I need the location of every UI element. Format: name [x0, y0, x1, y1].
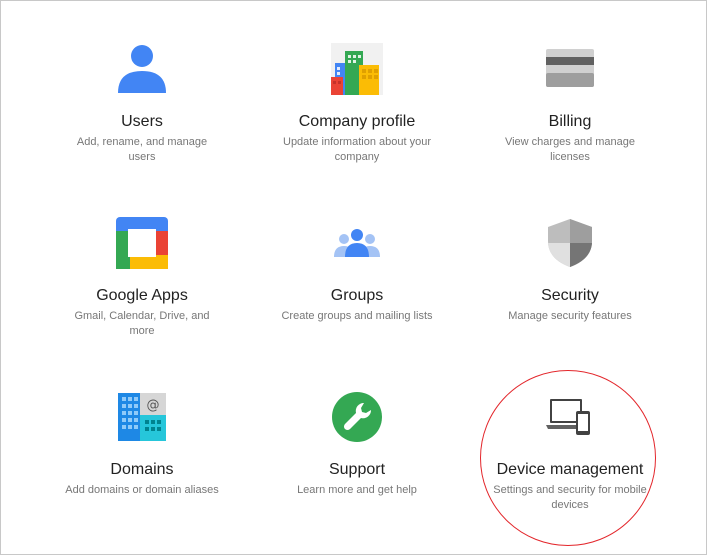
tile-groups[interactable]: Groups Create groups and mailing lists	[257, 217, 457, 324]
device-management-icon	[546, 399, 590, 435]
tile-domains[interactable]: @ Domains Add domains or domain aliases	[42, 391, 242, 498]
tile-users[interactable]: Users Add, rename, and manage users	[42, 43, 242, 165]
domains-icon: @	[118, 393, 166, 441]
tile-billing[interactable]: Billing View charges and manage licenses	[470, 43, 670, 165]
tile-description: Settings and security for mobile devices	[493, 484, 647, 511]
tile-google-apps[interactable]: Google Apps Gmail, Calendar, Drive, and …	[42, 217, 242, 339]
billing-card-icon	[546, 49, 594, 87]
tile-description: Manage security features	[508, 310, 632, 322]
security-shield-icon	[548, 219, 592, 267]
tile-description: Gmail, Calendar, Drive, and more	[74, 310, 210, 337]
tile-title: Domains	[110, 461, 174, 478]
svg-text:@: @	[147, 398, 160, 413]
tile-title: Support	[328, 461, 386, 478]
tile-title: Device management	[496, 461, 644, 478]
tile-security[interactable]: Security Manage security features	[470, 217, 670, 324]
tile-title: Billing	[548, 113, 592, 130]
admin-console-panel: Users Add, rename, and manage users Comp…	[0, 0, 707, 555]
support-wrench-icon	[332, 392, 382, 442]
tile-description: Add domains or domain aliases	[65, 484, 219, 496]
tile-support[interactable]: Support Learn more and get help	[257, 391, 457, 498]
google-apps-icon	[116, 217, 168, 269]
groups-icon	[334, 229, 380, 257]
tile-description: View charges and manage licenses	[504, 136, 636, 163]
tile-title: Company profile	[298, 113, 416, 130]
tile-title: Users	[121, 113, 163, 130]
tile-description: Create groups and mailing lists	[281, 310, 433, 322]
tile-description: Update information about your company	[283, 136, 431, 163]
tile-title: Google Apps	[96, 287, 188, 304]
tile-device-management[interactable]: Device management Settings and security …	[470, 391, 670, 513]
tile-company-profile[interactable]: Company profile Update information about…	[257, 43, 457, 165]
company-profile-icon	[331, 43, 383, 95]
tile-description: Learn more and get help	[297, 484, 417, 496]
tile-title: Security	[541, 287, 599, 304]
tile-title: Groups	[330, 287, 384, 304]
tile-description: Add, rename, and manage users	[76, 136, 208, 163]
users-icon	[118, 45, 166, 93]
